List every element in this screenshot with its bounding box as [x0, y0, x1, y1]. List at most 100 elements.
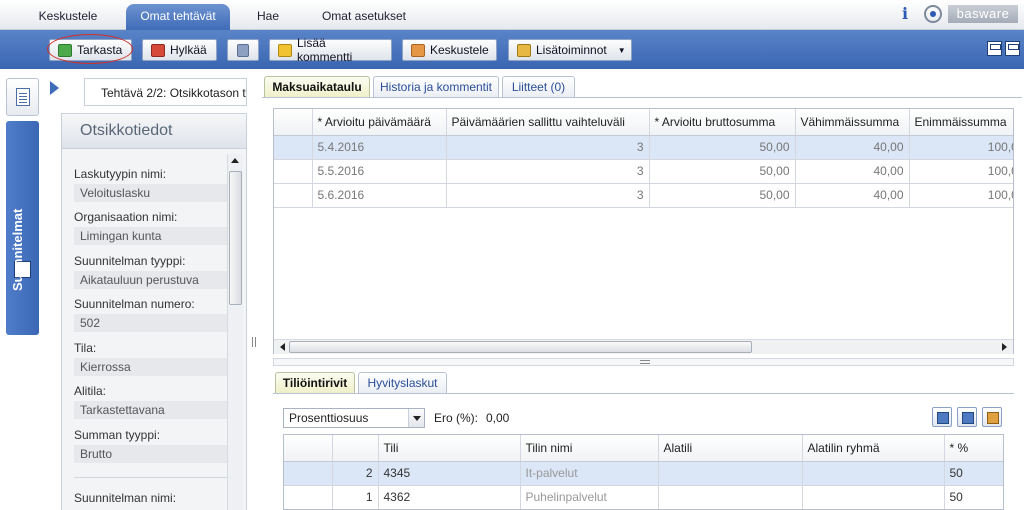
- tab-historia-kommentit[interactable]: Historia ja kommentit: [373, 76, 499, 98]
- table-cell: 3: [446, 135, 650, 160]
- layout-icon[interactable]: [987, 41, 1002, 56]
- field-label: Laskutyypin nimi:: [74, 167, 167, 181]
- vertical-splitter[interactable]: [250, 113, 258, 510]
- check-icon: [58, 43, 72, 57]
- rail-plans-label: Suunnitelmat: [10, 208, 25, 291]
- tab-tilointirivit[interactable]: Tiliöintirivit: [275, 372, 355, 394]
- help-icon[interactable]: [924, 5, 942, 23]
- info-icon[interactable]: i: [902, 5, 918, 23]
- nav-icons: i basware: [902, 5, 1018, 23]
- brand-logo: basware: [948, 5, 1018, 23]
- chat-icon: [411, 43, 425, 57]
- rail-plans-button[interactable]: Suunnitelmat: [6, 121, 39, 335]
- scroll-thumb[interactable]: [229, 171, 242, 305]
- column-header[interactable]: Tilin nimi: [520, 435, 659, 462]
- field-value: Kierrossa: [74, 358, 230, 376]
- field-label: Tila:: [74, 341, 97, 355]
- column-header[interactable]: [332, 435, 379, 462]
- column-header[interactable]: [274, 109, 313, 136]
- add-comment-button[interactable]: Lisää kommentti: [269, 36, 392, 64]
- rail-document-button[interactable]: [6, 78, 39, 116]
- window-icon[interactable]: [1005, 41, 1020, 56]
- table-cell: [284, 461, 333, 486]
- column-header[interactable]: Tili: [378, 435, 521, 462]
- tab-maksuaikataulu[interactable]: Maksuaikataulu: [264, 76, 370, 98]
- field-value: 502: [74, 314, 230, 332]
- field-value: Aikatauluun perustuva: [74, 271, 230, 289]
- table-cell: 50,00: [649, 159, 796, 184]
- table-cell: 50,00: [649, 183, 796, 208]
- table-cell: It-palvelut: [520, 461, 659, 486]
- table-row[interactable]: 1 4362 Puhelinpalvelut 50: [284, 485, 1003, 509]
- tarkasta-button[interactable]: Tarkasta: [49, 39, 132, 61]
- nav-tab-keskustele[interactable]: Keskustele: [24, 4, 112, 30]
- coding-grid: Tili Tilin nimi Alatili Alatilin ryhmä *…: [283, 434, 1004, 510]
- chevron-down-icon[interactable]: [408, 409, 424, 427]
- scroll-left-icon[interactable]: [280, 343, 285, 351]
- column-header[interactable]: * Arvioitu päivämäärä: [312, 109, 447, 136]
- horizontal-splitter[interactable]: [273, 358, 1014, 366]
- column-header[interactable]: Alatilin ryhmä: [802, 435, 945, 462]
- add-comment-label: Lisää kommentti: [297, 36, 353, 64]
- chevron-down-icon: ▼: [617, 45, 626, 55]
- field-label: Organisaation nimi:: [74, 210, 178, 224]
- toolbar: Tarkasta Hylkää Lisää kommentti Keskuste…: [0, 30, 1024, 69]
- nav-tab-hae[interactable]: Hae: [240, 4, 296, 30]
- left-panel-scrollbar[interactable]: [227, 154, 243, 510]
- copy-rows-icon[interactable]: [932, 407, 952, 427]
- expand-arrow-icon[interactable]: [50, 81, 59, 95]
- hylkaa-button[interactable]: Hylkää: [142, 39, 217, 61]
- comment-icon: [278, 43, 292, 57]
- left-panel-header: Otsikkotiedot: [61, 113, 247, 149]
- tab-liitteet[interactable]: Liitteet (0): [502, 76, 575, 98]
- scroll-thumb[interactable]: [289, 341, 752, 353]
- field-value: Limingan kunta: [74, 227, 230, 245]
- column-header[interactable]: Vähimmäissumma: [795, 109, 910, 136]
- field-organization: Organisaation nimi: Limingan kunta: [74, 210, 230, 245]
- flag-button[interactable]: [227, 39, 259, 61]
- table-cell: [658, 485, 803, 509]
- tools-icon: [517, 43, 531, 57]
- field-amount-type: Summan tyyppi: Brutto: [74, 428, 230, 463]
- table-cell: [274, 183, 313, 208]
- table-cell: 50,00: [649, 135, 796, 160]
- table-cell: 40,00: [795, 135, 910, 160]
- table-cell: 100,00: [909, 159, 1013, 184]
- table-cell: 2: [332, 461, 379, 486]
- table-cell: [658, 461, 803, 486]
- task-title: Tehtävä 2/2: Otsikkotason tarkastus: [84, 78, 247, 106]
- nav-tab-omat-tehtavat[interactable]: Omat tehtävät: [126, 4, 230, 30]
- table-cell: 40,00: [795, 159, 910, 184]
- column-header[interactable]: * Arvioitu bruttosumma: [649, 109, 796, 136]
- scroll-right-icon[interactable]: [1002, 343, 1007, 351]
- column-header[interactable]: Alatili: [658, 435, 803, 462]
- field-invoice-type: Laskutyypin nimi: Veloituslasku: [74, 167, 230, 202]
- table-row[interactable]: 5.5.2016 3 50,00 40,00 100,00: [274, 159, 1013, 184]
- more-actions-button[interactable]: Lisätoiminnot ▼: [508, 39, 632, 61]
- nav-tab-omat-asetukset[interactable]: Omat asetukset: [308, 4, 420, 30]
- scroll-up-icon[interactable]: [231, 158, 239, 163]
- table-cell: 50: [944, 461, 1003, 486]
- column-header[interactable]: [284, 435, 333, 462]
- splitter-grip-icon[interactable]: [252, 337, 256, 347]
- table-row[interactable]: 5.6.2016 3 50,00 40,00 100,00: [274, 183, 1013, 208]
- column-header[interactable]: Päivämäärien sallittu vaihteluväli: [446, 109, 650, 136]
- table-row[interactable]: 2 4345 It-palvelut 50: [284, 461, 1003, 486]
- keskustele-button[interactable]: Keskustele: [402, 39, 497, 61]
- table-cell: 50: [944, 485, 1003, 509]
- reject-icon: [151, 43, 165, 57]
- keskustele-label: Keskustele: [430, 43, 489, 57]
- splitter-grip-icon[interactable]: [640, 360, 650, 364]
- table-cell: [274, 159, 313, 184]
- table-cell: 4362: [378, 485, 521, 509]
- schedule-hscrollbar[interactable]: [274, 339, 1013, 354]
- tab-hyvityslaskut[interactable]: Hyvityslaskut: [358, 372, 447, 394]
- coding-mode-select[interactable]: Prosenttiosuus: [283, 408, 425, 428]
- column-header[interactable]: * %: [944, 435, 1003, 462]
- import-icon[interactable]: [957, 407, 977, 427]
- settings-grid-icon[interactable]: [982, 407, 1002, 427]
- table-cell: 3: [446, 159, 650, 184]
- table-row[interactable]: 5.4.2016 3 50,00 40,00 100,00: [274, 135, 1013, 160]
- field-divider: [74, 477, 230, 478]
- column-header[interactable]: Enimmäissumma: [909, 109, 1013, 136]
